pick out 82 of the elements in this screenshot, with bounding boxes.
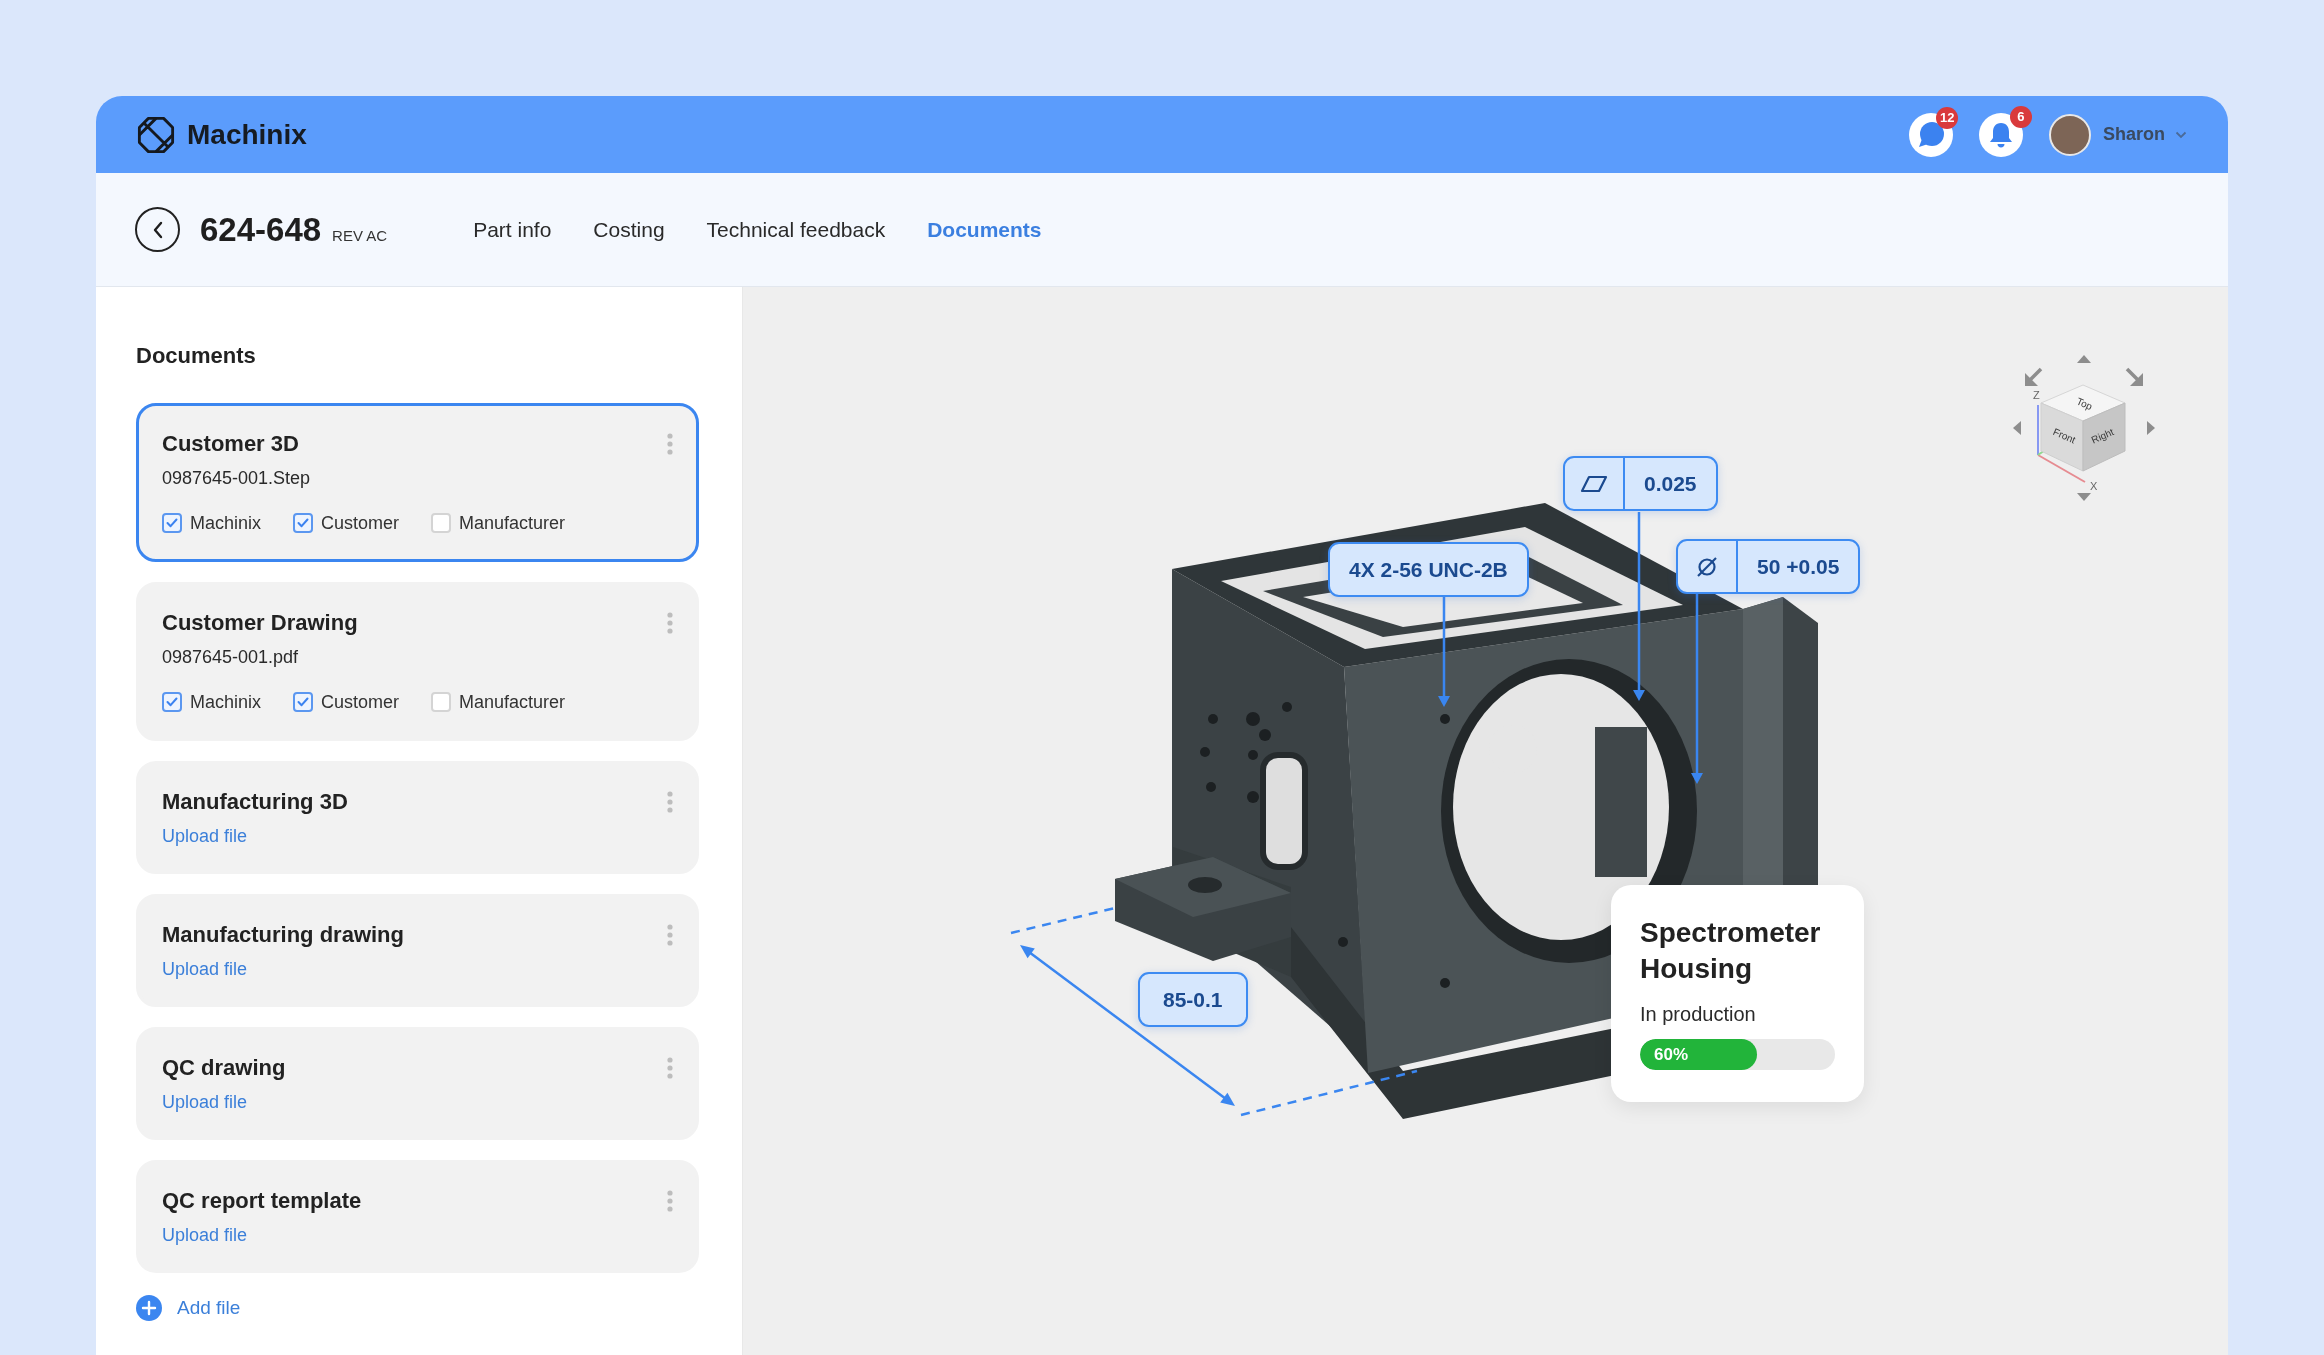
checkbox[interactable] (431, 692, 452, 712)
document-title: QC drawing (162, 1054, 286, 1082)
upload-link[interactable]: Upload file (162, 958, 248, 980)
document-title: Manufacturing drawing (162, 921, 404, 949)
checkbox[interactable] (162, 692, 182, 712)
chat-icon[interactable] (1909, 112, 1953, 157)
revision-label: REV AC (332, 226, 388, 244)
back-button[interactable] (135, 207, 180, 252)
document-title: Manufacturing 3D (162, 788, 348, 816)
axis-label: X (2090, 480, 2098, 492)
check-icon (297, 697, 310, 707)
notification-badge: 12 (1936, 106, 1959, 129)
view-cube[interactable]: Top Front Right (2040, 384, 2126, 472)
document-card[interactable]: QC report template Upload file (136, 1160, 699, 1273)
document-card[interactable]: Manufacturing 3D Upload file (136, 761, 699, 874)
file-name: 0987645-001.Step (162, 467, 312, 489)
bell-icon[interactable] (1979, 112, 2023, 157)
diagonal-arrow-icon[interactable] (2025, 367, 2043, 386)
document-title: QC report template (162, 1187, 362, 1215)
checkbox[interactable] (431, 513, 452, 533)
checkbox-label: Machinix (190, 512, 262, 535)
checkbox-label: Machinix (190, 691, 262, 714)
upload-link[interactable]: Upload file (162, 1091, 248, 1113)
checkbox-label: Customer (321, 512, 400, 535)
more-icon[interactable] (667, 1190, 673, 1212)
file-name: 0987645-001.pdf (162, 646, 300, 668)
progress-label: 60% (1654, 1044, 1689, 1065)
checkbox[interactable] (162, 513, 182, 533)
checkbox-label: Customer (321, 691, 400, 714)
diagonal-arrow-icon[interactable] (2125, 367, 2143, 386)
app-name: Machinix (187, 118, 307, 151)
chevron-left-icon (151, 220, 164, 239)
plus-icon (136, 1295, 162, 1321)
x-axis-line (2037, 454, 2086, 483)
pan-right-icon[interactable] (2147, 421, 2155, 435)
callout-text: 50 +0.05 (1756, 553, 1841, 580)
avatar[interactable] (2049, 113, 2091, 156)
document-title: Customer 3D (162, 430, 299, 458)
checkbox[interactable] (293, 513, 314, 533)
check-icon (166, 697, 178, 707)
document-card[interactable]: Customer Drawing 0987645-001.pdf Machinix Customer Manufacturer (136, 582, 699, 741)
more-icon[interactable] (667, 612, 673, 634)
status-label: In production (1640, 1003, 1757, 1025)
document-card[interactable]: QC drawing Upload file (136, 1027, 699, 1140)
axis-label: Z (2033, 389, 2040, 401)
check-icon (166, 518, 178, 528)
document-card[interactable]: Customer 3D 0987645-001.Step Machinix Customer Manufacturer (136, 403, 699, 562)
checkbox-label: Manufacturer (459, 691, 566, 714)
pan-left-icon[interactable] (2013, 421, 2021, 435)
part-name: Spectrometer Housing (1640, 916, 1822, 986)
callout-text: 85-0.1 (1162, 986, 1224, 1013)
more-icon[interactable] (667, 791, 673, 813)
upload-link[interactable]: Upload file (162, 825, 248, 847)
pan-up-icon[interactable] (2077, 355, 2091, 363)
diameter-icon (1696, 555, 1718, 578)
add-file-button[interactable]: Add file (136, 1295, 241, 1321)
document-title: Customer Drawing (162, 609, 358, 637)
more-icon[interactable] (667, 1057, 673, 1079)
more-icon[interactable] (667, 433, 673, 455)
notification-badge: 6 (2010, 105, 2032, 128)
more-icon[interactable] (667, 924, 673, 946)
callout-text: 4X 2-56 UNC-2B (1348, 556, 1509, 583)
panel-title: Documents (136, 343, 257, 369)
tab[interactable]: Documents (927, 217, 1042, 242)
chevron-down-icon[interactable] (2175, 130, 2187, 139)
cube-face-label: Right (2089, 426, 2116, 446)
tab[interactable]: Technical feedback (706, 217, 886, 242)
logo-icon (137, 115, 175, 154)
checkbox-label: Manufacturer (459, 512, 566, 535)
cube-face-label: Front (2051, 426, 2078, 446)
tab[interactable]: Part info (473, 217, 552, 242)
callout-text: 0.025 (1643, 470, 1698, 497)
part-number: 624-648 (200, 210, 322, 249)
z-axis-line (2037, 404, 2039, 456)
tab[interactable]: Costing (593, 217, 665, 242)
upload-link[interactable]: Upload file (162, 1224, 248, 1246)
document-card[interactable]: Manufacturing drawing Upload file (136, 894, 699, 1007)
checkbox[interactable] (293, 692, 314, 712)
check-icon (297, 518, 310, 528)
cube-face-label: Top (2074, 395, 2095, 413)
flatness-icon (1580, 474, 1608, 493)
pan-down-icon[interactable] (2077, 493, 2091, 501)
